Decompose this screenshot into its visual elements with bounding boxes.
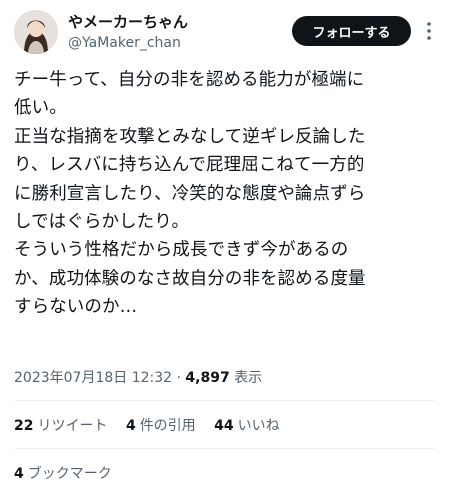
user-handle[interactable]: @YaMaker_chan: [68, 34, 181, 52]
likes-label: いいね: [237, 418, 280, 434]
tweet-line: 低い。: [14, 98, 67, 119]
meta-separator: ·: [172, 370, 186, 386]
display-name[interactable]: やメーカーちゃん: [68, 12, 188, 32]
retweets-stat[interactable]: 22 リツイート: [14, 418, 107, 434]
avatar-image: [14, 10, 58, 54]
quotes-count: 4: [125, 418, 136, 434]
quotes-label: 件の引用: [139, 418, 196, 434]
tweet-line: すらないのか…: [14, 297, 138, 318]
views-label: 表示: [234, 370, 263, 386]
likes-count: 44: [214, 418, 234, 434]
tweet-line: そういう性格だから成長できず今があるの: [14, 240, 349, 261]
tweet-text: チー牛って、自分の非を認める能力が極端に 低い。 正当な指摘を攻撃とみなして逆ギ…: [14, 66, 442, 322]
views-count: 4,897: [185, 370, 230, 386]
divider: [14, 400, 436, 401]
engagement-stats: 22 リツイート 4 件の引用 44 いいね: [14, 416, 294, 436]
tweet-line: に勝利宣言したり、冷笑的な態度や論点ずら: [14, 183, 366, 204]
bookmarks-label: ブックマーク: [27, 466, 112, 482]
tweet-line: しではぐらかしたり。: [14, 212, 190, 233]
retweets-label: リツイート: [37, 418, 108, 434]
more-dots-icon[interactable]: [420, 21, 438, 41]
likes-stat[interactable]: 44 いいね: [214, 418, 279, 434]
avatar[interactable]: [14, 10, 58, 54]
timestamp[interactable]: 2023年07月18日 12:32: [14, 370, 172, 386]
tweet-line: 正当な指摘を攻撃とみなして逆ギレ反論した: [14, 126, 366, 147]
tweet-header: やメーカーちゃん @YaMaker_chan フォローする: [0, 0, 450, 60]
tweet-line: り、レスバに持ち込んで屁理屈こねて一方的: [14, 155, 365, 176]
bookmarks-count: 4: [14, 466, 24, 482]
tweet-meta: 2023年07月18日 12:32 · 4,897 表示: [14, 368, 262, 388]
tweet-line: か、成功体験のなさ故自分の非を認める度量: [14, 268, 366, 289]
bookmarks-stat[interactable]: 4 ブックマーク: [14, 464, 112, 484]
quotes-stat[interactable]: 4 件の引用: [126, 418, 196, 434]
retweets-count: 22: [14, 418, 34, 434]
follow-button[interactable]: フォローする: [292, 16, 411, 46]
divider: [14, 448, 436, 449]
tweet-line: チー牛って、自分の非を認める能力が極端に: [14, 70, 365, 90]
